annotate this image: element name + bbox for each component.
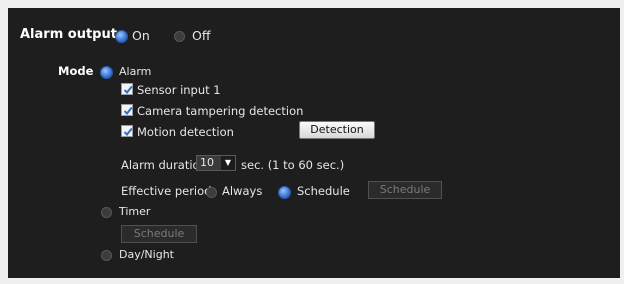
alarm-duration-select[interactable]: 10 ▼ (196, 155, 236, 171)
effective-period-schedule-radio[interactable] (279, 187, 290, 198)
mode-alarm-label: Alarm (119, 65, 152, 78)
checkmark-icon (123, 106, 133, 115)
camera-tampering-label: Camera tampering detection (137, 104, 304, 118)
mode-label: Mode (58, 64, 94, 78)
timer-schedule-button[interactable]: Schedule (121, 225, 197, 243)
mode-timer-radio[interactable] (101, 207, 112, 218)
alarm-output-panel: Alarm output On Off Mode Alarm Sensor in… (8, 8, 620, 278)
effective-period-label: Effective period (121, 184, 212, 198)
dropdown-arrow-icon: ▼ (221, 156, 235, 170)
motion-detection-label: Motion detection (137, 125, 234, 139)
alarm-duration-hint: sec. (1 to 60 sec.) (241, 158, 345, 172)
mode-day-night-label: Day/Night (119, 248, 174, 261)
alarm-output-on-radio[interactable] (116, 31, 127, 42)
mode-timer-label: Timer (119, 205, 151, 218)
sensor-input-checkbox[interactable] (121, 83, 133, 95)
effective-period-schedule-label: Schedule (297, 184, 350, 198)
mode-alarm-radio[interactable] (101, 67, 112, 78)
detection-button[interactable]: Detection (299, 121, 375, 139)
checkmark-icon (123, 127, 133, 136)
camera-tampering-checkbox[interactable] (121, 104, 133, 116)
effective-period-always-label: Always (222, 184, 263, 198)
alarm-output-on-label: On (132, 28, 150, 43)
effective-period-schedule-button[interactable]: Schedule (368, 181, 442, 199)
mode-day-night-radio[interactable] (101, 250, 112, 261)
alarm-output-label: Alarm output (20, 27, 117, 42)
alarm-output-off-label: Off (192, 28, 211, 43)
checkmark-icon (123, 85, 133, 94)
effective-period-always-radio[interactable] (206, 187, 217, 198)
alarm-duration-value: 10 (200, 156, 214, 169)
motion-detection-checkbox[interactable] (121, 125, 133, 137)
alarm-duration-label: Alarm duration (121, 158, 207, 172)
sensor-input-label: Sensor input 1 (137, 83, 221, 97)
alarm-output-off-radio[interactable] (174, 31, 185, 42)
